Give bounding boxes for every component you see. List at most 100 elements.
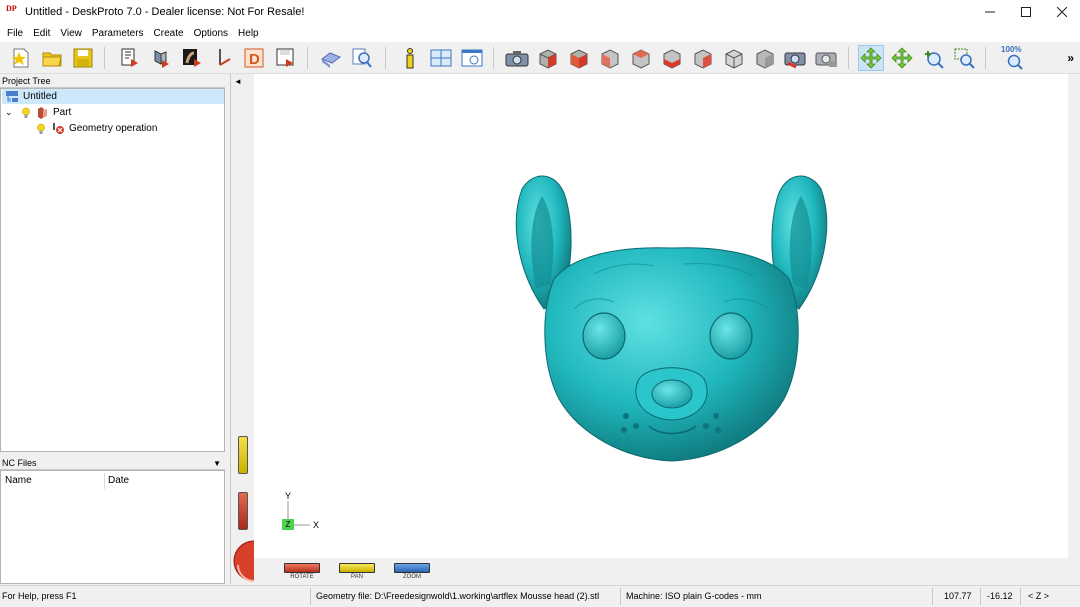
layout-button[interactable] — [428, 45, 454, 71]
nc-files-header: NC Files ▼ — [0, 457, 225, 470]
axis-indicator: Y Z X — [282, 491, 342, 536]
window-button[interactable] — [459, 45, 485, 71]
view-cube-7-button[interactable] — [721, 45, 747, 71]
wizard-save-button[interactable] — [272, 45, 298, 71]
menu-parameters[interactable]: Parameters — [87, 28, 149, 39]
view-cube-2-icon — [570, 49, 588, 69]
close-button[interactable] — [1044, 0, 1080, 24]
mouse-right-eye — [709, 312, 753, 360]
tree-item-label: Geometry operation — [69, 123, 158, 134]
viewport-right-strip — [1068, 74, 1080, 558]
camera-red-icon — [784, 52, 806, 69]
viewport-left-strip: ◄ — [230, 74, 254, 584]
zoom-100-button[interactable]: 100% — [999, 45, 1027, 71]
info-button[interactable] — [397, 45, 423, 71]
nc-files-title: NC Files — [2, 458, 37, 468]
lightbulb-icon[interactable] — [36, 123, 46, 135]
status-help: For Help, press F1 — [2, 591, 77, 601]
zoom-in-button[interactable] — [920, 45, 946, 71]
wizard-vector-icon — [219, 49, 231, 66]
wizard-2d-button[interactable] — [117, 45, 143, 71]
maximize-button[interactable] — [1008, 0, 1044, 24]
collapse-panel-icon[interactable]: ◄ — [234, 77, 242, 86]
wizard-bitmap-button[interactable] — [179, 45, 205, 71]
info-icon — [406, 48, 414, 69]
camera-red-button[interactable] — [783, 45, 809, 71]
project-tree: Untitled ⌄ Part Geometry operation — [0, 88, 225, 452]
view-cube-3-button[interactable] — [597, 45, 623, 71]
collapse-chevron-icon[interactable]: ⌄ — [5, 107, 17, 118]
status-axis: < Z > — [1028, 591, 1050, 601]
wizard-3d-icon — [154, 50, 169, 68]
pan-button[interactable] — [889, 45, 915, 71]
pan-control[interactable] — [339, 563, 375, 573]
zoom-window-icon — [954, 48, 975, 69]
nc-files-list: Name Date — [0, 470, 225, 584]
menu-edit[interactable]: Edit — [28, 28, 55, 39]
rotate-control[interactable] — [284, 563, 320, 573]
search-icon — [352, 48, 372, 68]
rotate-slider[interactable] — [238, 492, 248, 530]
window-icon — [461, 49, 483, 67]
project-tree-header: Project Tree — [0, 75, 225, 88]
view-cube-6-icon — [694, 49, 712, 69]
sheet-button[interactable] — [318, 45, 344, 71]
zoom-100-label: 100% — [1001, 45, 1022, 54]
view-cube-5-button[interactable] — [659, 45, 685, 71]
minimize-button[interactable] — [972, 0, 1008, 24]
zoom-control-label: ZOOM — [403, 574, 421, 580]
zoom-window-button[interactable] — [951, 45, 977, 71]
wizard-d-icon: D — [244, 48, 264, 68]
model-render — [515, 175, 828, 462]
view-cube-7-icon — [725, 49, 743, 69]
wizard-3d-button[interactable] — [148, 45, 174, 71]
tree-item-untitled[interactable]: Untitled — [2, 89, 224, 104]
view-cube-4-button[interactable] — [628, 45, 654, 71]
toolbar-more-button[interactable]: » — [1067, 51, 1074, 65]
camera-gray-button[interactable] — [814, 45, 840, 71]
view-cube-8-button[interactable] — [752, 45, 778, 71]
3d-viewport[interactable]: Y Z X — [254, 74, 1068, 558]
view-cube-6-button[interactable] — [690, 45, 716, 71]
view-cube-4-icon — [632, 49, 650, 69]
mouse-head — [544, 247, 799, 462]
menu-help[interactable]: Help — [233, 28, 264, 39]
status-bar: For Help, press F1 Geometry file: D:\Fre… — [0, 585, 1080, 607]
wizard-vector-button[interactable] — [210, 45, 236, 71]
tree-item-label: Part — [53, 107, 72, 118]
tree-item-part[interactable]: ⌄ Part — [2, 105, 224, 120]
rotate-button[interactable] — [858, 45, 884, 71]
view-cube-2-button[interactable] — [566, 45, 592, 71]
status-y-coordinate: -16.12 — [987, 591, 1013, 601]
lightbulb-icon[interactable] — [21, 107, 31, 119]
view-cube-5-icon — [663, 49, 681, 69]
pan-slider[interactable] — [238, 436, 248, 474]
layout-icon — [430, 49, 452, 67]
view-cube-1-icon — [539, 49, 557, 69]
menu-file[interactable]: File — [2, 28, 28, 39]
menu-view[interactable]: View — [55, 28, 87, 39]
viewport-bottom-strip: ROTATE PAN ZOOM — [254, 558, 1080, 584]
column-name[interactable]: Name — [5, 475, 32, 486]
geometry-operation-icon — [53, 123, 64, 134]
status-geometry-file: Geometry file: D:\Freedesignwold\1.worki… — [316, 591, 600, 601]
view-cube-8-icon — [756, 49, 774, 69]
save-project-button[interactable] — [70, 45, 96, 71]
close-icon — [1057, 7, 1067, 17]
menu-options[interactable]: Options — [189, 28, 233, 39]
zoom-control[interactable] — [394, 563, 430, 573]
menu-create[interactable]: Create — [149, 28, 189, 39]
view-cube-1-button[interactable] — [535, 45, 561, 71]
open-project-button[interactable] — [39, 45, 65, 71]
nc-files-dropdown-icon[interactable]: ▼ — [213, 457, 221, 469]
part-icon — [38, 107, 47, 119]
app-icon[interactable]: DP — [6, 5, 20, 19]
wizard-d-button[interactable]: D — [241, 45, 267, 71]
new-project-button[interactable] — [8, 45, 34, 71]
project-icon — [6, 91, 18, 102]
save-project-icon — [73, 48, 93, 68]
tree-item-geometry-operation[interactable]: Geometry operation — [2, 121, 224, 136]
camera-button[interactable] — [504, 45, 530, 71]
search-button[interactable] — [349, 45, 375, 71]
column-date[interactable]: Date — [108, 475, 129, 486]
